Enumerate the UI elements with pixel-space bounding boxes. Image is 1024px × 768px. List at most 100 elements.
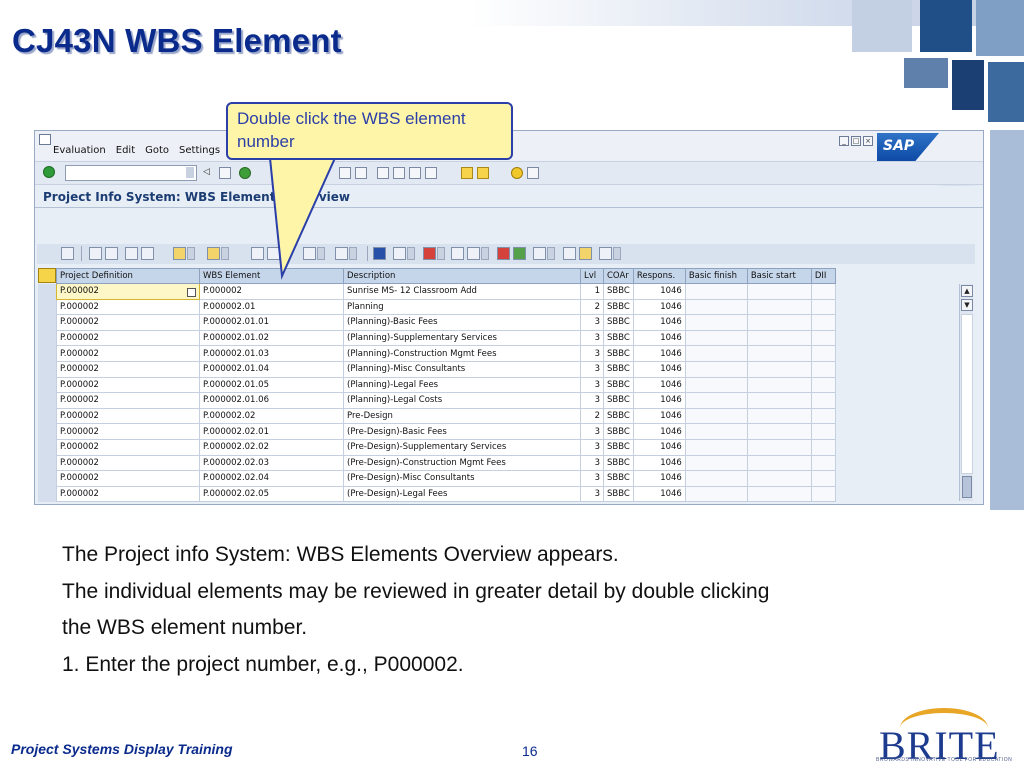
close-icon[interactable]: × (863, 136, 873, 146)
chevron-down-icon[interactable] (186, 167, 194, 178)
chevron-down-icon[interactable] (547, 247, 555, 260)
table-row[interactable]: P.000002 P.000002.02.05 (Pre-Design)-Legal… (56, 485, 836, 503)
subtotal-icon[interactable] (207, 247, 220, 260)
chevron-down-icon[interactable] (613, 247, 621, 260)
table-cell[interactable]: P.000002.01.01 (199, 314, 344, 331)
table-cell[interactable]: P.000002.01.05 (199, 376, 344, 394)
column-header[interactable]: DII (810, 268, 836, 284)
layout-icon[interactable] (527, 167, 539, 179)
milestone-icon[interactable] (563, 247, 576, 260)
table-row[interactable]: P.000002 P.000002.01.06 (Planning)-Legal C… (56, 392, 836, 409)
row-selector-column[interactable] (38, 284, 56, 502)
table-cell[interactable]: P.000002 (199, 283, 344, 300)
column-header[interactable]: Basic start (746, 268, 812, 284)
create-session-icon[interactable] (461, 167, 473, 179)
value-help-icon[interactable] (187, 287, 196, 297)
chevron-down-icon[interactable] (481, 247, 489, 260)
first-page-icon[interactable] (377, 167, 389, 179)
chevron-down-icon[interactable] (221, 247, 229, 260)
table-row[interactable]: P.000002 P.000002.01.05 (Planning)-Legal F… (56, 376, 836, 394)
scroll-thumb[interactable] (962, 476, 972, 498)
settings-icon[interactable] (513, 247, 526, 260)
sort-ascending-icon[interactable] (89, 247, 102, 260)
filter-icon[interactable] (141, 247, 154, 260)
print-icon[interactable] (251, 247, 264, 260)
table-cell[interactable]: P.000002.02.01 (199, 423, 344, 440)
save-icon[interactable] (219, 167, 231, 179)
menu-goto[interactable]: Goto (145, 145, 169, 156)
column-header[interactable]: Basic finish (684, 268, 748, 284)
back-icon[interactable] (239, 167, 251, 179)
previous-page-icon[interactable] (393, 167, 405, 179)
table-row[interactable]: P.000002 P.000002.01.04 (Planning)-Misc Co… (56, 360, 836, 378)
menu-settings[interactable]: Settings (179, 145, 220, 156)
table-row[interactable]: P.000002 P.000002.01 Planning 2 SBBC 1046 (56, 298, 836, 316)
notes-icon[interactable] (579, 247, 592, 260)
minimize-icon[interactable]: _ (839, 136, 849, 146)
back-arrow-icon[interactable]: ◁ (203, 167, 215, 179)
budget-icon[interactable] (497, 247, 510, 260)
menu-edit[interactable]: Edit (116, 145, 135, 156)
table-cell[interactable]: P.000002.02.04 (199, 470, 344, 487)
table-row[interactable]: P.000002 P.000002.01.01 (Planning)-Basic F… (56, 314, 836, 331)
menu-evaluation[interactable]: Evaluation (53, 145, 106, 156)
vertical-scrollbar[interactable]: ▲ ▼ (959, 284, 973, 501)
info-icon[interactable] (373, 247, 386, 260)
chevron-down-icon[interactable] (407, 247, 415, 260)
find-icon[interactable] (339, 167, 351, 179)
table-cell[interactable]: P.000002.01 (199, 298, 344, 316)
table-cell[interactable]: P.000002.02.02 (199, 438, 344, 456)
next-page-icon[interactable] (409, 167, 421, 179)
choose-layout-icon[interactable] (335, 247, 348, 260)
table-cell[interactable]: P.000002.01.06 (199, 392, 344, 409)
table-cell[interactable]: P.000002.02 (199, 407, 344, 425)
documents-icon[interactable] (451, 247, 464, 260)
system-menu-icon[interactable] (39, 134, 51, 145)
scroll-track[interactable] (961, 314, 973, 474)
hierarchy-icon[interactable] (393, 247, 406, 260)
chevron-down-icon[interactable] (317, 247, 325, 260)
table-row[interactable]: P.000002 P.000002 Sunrise MS- 12 Classroom… (56, 283, 836, 300)
cost-icon[interactable] (423, 247, 436, 260)
sort-descending-icon[interactable] (105, 247, 118, 260)
funnel-icon[interactable] (467, 247, 480, 260)
shortcut-icon[interactable] (477, 167, 489, 179)
total-icon[interactable] (173, 247, 186, 260)
details-icon[interactable] (61, 247, 74, 260)
find-next-icon[interactable] (355, 167, 367, 179)
enter-icon[interactable] (43, 166, 55, 178)
column-header[interactable]: Description (343, 268, 581, 284)
chevron-down-icon[interactable] (437, 247, 445, 260)
column-header[interactable]: Project Definition (56, 268, 200, 284)
spreadsheet-icon[interactable] (303, 247, 316, 260)
table-cell[interactable]: P.000002.01.03 (199, 345, 344, 362)
export-icon[interactable] (267, 247, 280, 260)
last-page-icon[interactable] (425, 167, 437, 179)
scroll-down-icon[interactable]: ▼ (961, 299, 973, 311)
scroll-up-icon[interactable]: ▲ (961, 285, 973, 297)
maximize-icon[interactable]: □ (851, 136, 861, 146)
table-row[interactable]: P.000002 P.000002.02.01 (Pre-Design)-Basic… (56, 423, 836, 440)
column-header[interactable]: WBS Element (199, 268, 344, 284)
column-header[interactable]: Lvl (580, 268, 604, 284)
select-all-icon[interactable] (38, 268, 56, 283)
help-icon[interactable] (511, 167, 523, 179)
table-cell[interactable]: P.000002.02.03 (199, 454, 344, 472)
column-header[interactable]: Respons. (632, 268, 686, 284)
column-header[interactable]: COAr (603, 268, 634, 284)
table-row[interactable]: P.000002 P.000002.02.03 (Pre-Design)-Const… (56, 454, 836, 472)
network-icon[interactable] (533, 247, 546, 260)
table-row[interactable]: P.000002 P.000002.01.02 (Planning)-Supplem… (56, 329, 836, 347)
chevron-down-icon[interactable] (187, 247, 195, 260)
command-field[interactable] (65, 165, 197, 181)
table-row[interactable]: P.000002 P.000002.02.04 (Pre-Design)-Misc … (56, 470, 836, 487)
find-icon[interactable] (125, 247, 138, 260)
table-cell[interactable]: P.000002.01.04 (199, 360, 344, 378)
table-cell[interactable]: P.000002.02.05 (199, 485, 344, 503)
table-row[interactable]: P.000002 P.000002.01.03 (Planning)-Constru… (56, 345, 836, 362)
chevron-down-icon[interactable] (349, 247, 357, 260)
table-cell[interactable]: P.000002.01.02 (199, 329, 344, 347)
table-row[interactable]: P.000002 P.000002.02 Pre-Design 2 SBBC 1046 (56, 407, 836, 425)
table-row[interactable]: P.000002 P.000002.02.02 (Pre-Design)-Suppl… (56, 438, 836, 456)
edit-icon[interactable] (599, 247, 612, 260)
